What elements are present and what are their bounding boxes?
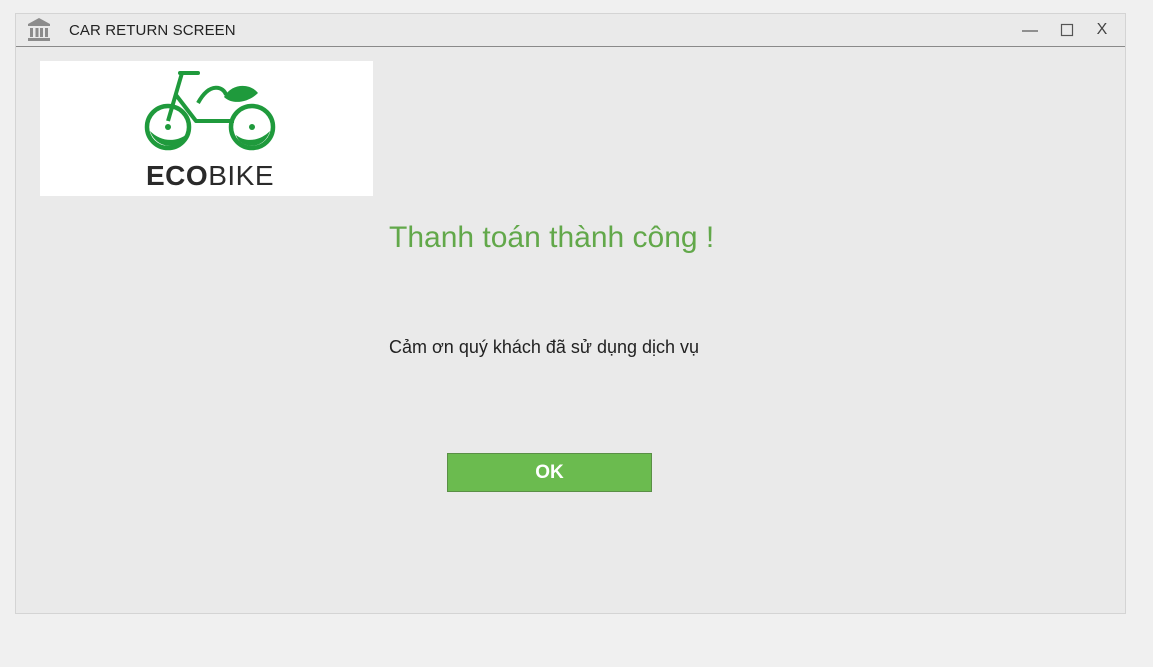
ok-button[interactable]: OK bbox=[447, 453, 652, 492]
logo-text-eco: ECO bbox=[146, 160, 209, 191]
maximize-icon bbox=[1060, 23, 1074, 37]
minimize-icon bbox=[1022, 30, 1038, 32]
bank-icon bbox=[28, 18, 50, 41]
title-bar[interactable]: CAR RETURN SCREEN X bbox=[16, 14, 1125, 47]
car-return-window: CAR RETURN SCREEN X ECOBIKE Thanh toán t… bbox=[15, 13, 1126, 614]
minimize-button[interactable] bbox=[1017, 18, 1043, 42]
payment-success-title: Thanh toán thành công ! bbox=[389, 221, 715, 254]
ecobike-logo: ECOBIKE bbox=[40, 61, 373, 196]
close-icon: X bbox=[1096, 21, 1108, 38]
maximize-button[interactable] bbox=[1054, 18, 1080, 42]
window-title: CAR RETURN SCREEN bbox=[69, 22, 236, 39]
close-button[interactable]: X bbox=[1089, 18, 1115, 42]
bicycle-leaf-logo-icon bbox=[144, 71, 276, 151]
logo-text: ECOBIKE bbox=[40, 160, 380, 192]
thank-you-message: Cảm ơn quý khách đã sử dụng dịch vụ bbox=[389, 337, 700, 357]
logo-text-bike: BIKE bbox=[208, 160, 274, 191]
